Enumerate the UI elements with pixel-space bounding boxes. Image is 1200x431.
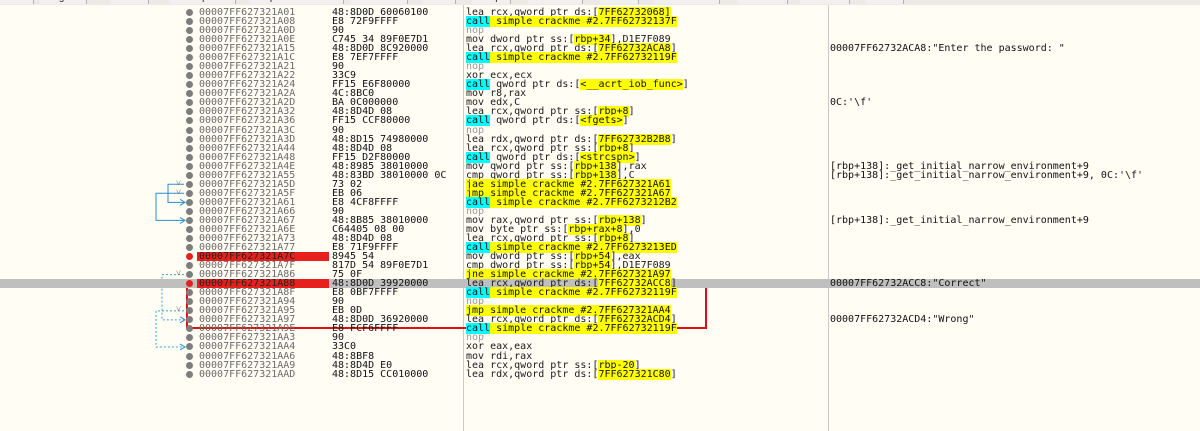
instruction-token: ] <box>670 368 677 380</box>
breakpoint-dot[interactable] <box>186 216 193 224</box>
comment-cell[interactable] <box>830 198 1200 207</box>
instruction-cell[interactable]: call simple crackme #2.7FF62732137F <box>466 16 826 28</box>
comment-cell[interactable] <box>830 243 1200 252</box>
breakpoint-dot[interactable] <box>186 171 193 179</box>
tab-0[interactable]: CPU <box>0 0 35 4</box>
comment-cell[interactable] <box>830 62 1200 71</box>
comment-cell[interactable] <box>830 234 1200 243</box>
tab-11[interactable]: Threads <box>738 0 788 4</box>
breakpoint-dot[interactable] <box>186 153 193 161</box>
bytes-cell[interactable]: E8 FCF6FFFF <box>332 324 462 334</box>
breakpoint-dot[interactable] <box>186 18 193 26</box>
instruction-cell[interactable]: call qword ptr ds:[<fgets>] <box>466 115 826 127</box>
tab-5[interactable]: Call Stack <box>350 0 409 4</box>
comment-cell[interactable] <box>830 324 1200 333</box>
comment-cell[interactable]: 00007FF62732ACA8:"Enter the password: " <box>830 44 1200 54</box>
instruction-token: 7FF627321C80 <box>598 368 671 380</box>
column-divider <box>463 5 464 431</box>
tab-12[interactable]: Handles <box>800 0 850 4</box>
jump-indicator-icon: ˅ <box>176 269 182 280</box>
comment-cell[interactable] <box>830 342 1200 351</box>
comment-cell[interactable]: [rbp+138]:_get_initial_narrow_environmen… <box>830 215 1200 225</box>
jump-indicator-icon: ˅ <box>176 305 182 316</box>
tab-8[interactable]: Símbolos <box>528 0 583 4</box>
comment-cell[interactable] <box>830 225 1200 234</box>
comment-cell[interactable] <box>830 126 1200 135</box>
tab-4[interactable]: Mapa de Memória <box>250 0 344 4</box>
tab-2[interactable]: Notas <box>110 0 150 4</box>
comment-cell[interactable] <box>830 288 1200 297</box>
breakpoint-dot[interactable] <box>186 352 193 360</box>
breakpoint-dot[interactable] <box>186 207 193 215</box>
tab-13[interactable]: Trace <box>866 0 905 4</box>
bytes-cell[interactable]: 48:8D15 CC010000 <box>332 369 462 379</box>
comment-cell[interactable] <box>830 189 1200 198</box>
comment-cell[interactable] <box>830 17 1200 26</box>
jump-arrow-line <box>155 310 184 348</box>
breakpoint-dot[interactable] <box>186 180 193 188</box>
comment-cell[interactable] <box>830 297 1200 306</box>
comment-cell[interactable] <box>830 370 1200 379</box>
bytes-cell[interactable]: E8 7EF7FFFF <box>332 53 462 63</box>
comment-cell[interactable] <box>830 8 1200 17</box>
bytes-cell[interactable]: E8 4CF8FFFF <box>332 197 462 207</box>
bytes-cell[interactable]: E8 0BF7FFFF <box>332 288 462 298</box>
jump-arrows <box>155 183 186 351</box>
column-divider <box>828 5 829 431</box>
comment-cell[interactable] <box>830 144 1200 153</box>
comment-cell[interactable] <box>830 135 1200 144</box>
breakpoint-dot[interactable] <box>186 244 193 252</box>
comment-cell[interactable] <box>830 361 1200 370</box>
breakpoint-dot[interactable] <box>186 198 193 206</box>
breakpoint-dot[interactable] <box>186 235 193 242</box>
instruction-cell[interactable]: call simple crackme #2.7FF62732119F <box>466 287 826 299</box>
instruction-cell[interactable]: lea rdx,qword ptr ds:[7FF627321C80] <box>466 368 826 380</box>
bytes-cell[interactable]: E8 72F9FFFF <box>332 17 462 27</box>
tab-10[interactable]: Referências <box>654 0 721 4</box>
disassembly-view[interactable]: 00007FF627321A01 48:8D0D 60060100 lea rcx,… <box>0 5 1200 431</box>
breakpoint-dot[interactable] <box>186 135 193 143</box>
comment-cell[interactable] <box>830 180 1200 189</box>
comment-cell[interactable] <box>830 333 1200 342</box>
tab-1[interactable]: Registo <box>40 0 87 4</box>
comment-cell[interactable]: [rbp+138]:_get_initial_narrow_environmen… <box>830 170 1200 180</box>
breakpoint-dot[interactable] <box>186 370 193 378</box>
breakpoint-dot[interactable] <box>186 9 193 16</box>
comment-cell[interactable] <box>830 53 1200 62</box>
instruction-cell[interactable]: call simple crackme #2.7FF62732119F <box>466 52 826 64</box>
comment-cell[interactable]: 0C:'\f' <box>830 98 1200 108</box>
instruction-cell[interactable]: call simple crackme #2.7FF62732119F <box>466 323 826 335</box>
breakpoint-dot[interactable] <box>186 361 193 369</box>
comment-cell[interactable] <box>830 352 1200 361</box>
comment-cell[interactable] <box>830 107 1200 116</box>
comment-cell[interactable] <box>830 252 1200 261</box>
comment-cell[interactable] <box>830 116 1200 125</box>
breakpoint-dot[interactable] <box>186 189 193 197</box>
breakpoint-dot[interactable] <box>186 126 193 134</box>
breakpoint-dot[interactable] <box>186 225 193 233</box>
tab-6[interactable]: SEH <box>422 0 456 4</box>
tab-9[interactable]: Fonte <box>600 0 639 4</box>
breakpoint-dot[interactable] <box>186 144 193 152</box>
comment-cell[interactable] <box>830 261 1200 270</box>
tab-3[interactable]: Breakpoints <box>170 0 236 4</box>
comment-cell[interactable] <box>830 71 1200 80</box>
instruction-token: lea rdx,qword ptr ds:[ <box>466 368 599 380</box>
comment-cell[interactable]: 00007FF62732ACC8:"Correct" <box>830 279 1200 289</box>
instruction-cell[interactable]: call simple crackme #2.7FF6273212B2 <box>466 196 826 208</box>
bytes-cell[interactable]: FF15 CCF80000 <box>332 116 462 126</box>
comment-cell[interactable] <box>830 89 1200 98</box>
comment-cell[interactable] <box>830 80 1200 89</box>
breakpoint-dot[interactable] <box>186 162 193 170</box>
comment-cell[interactable]: 00007FF62732ACD4:"Wrong" <box>830 315 1200 325</box>
tab-7[interactable]: Script <box>472 0 511 4</box>
comment-cell[interactable] <box>830 26 1200 35</box>
jump-indicator-icon: ˅ <box>176 187 182 198</box>
address-cell[interactable]: 00007FF627321AAD <box>197 369 329 379</box>
